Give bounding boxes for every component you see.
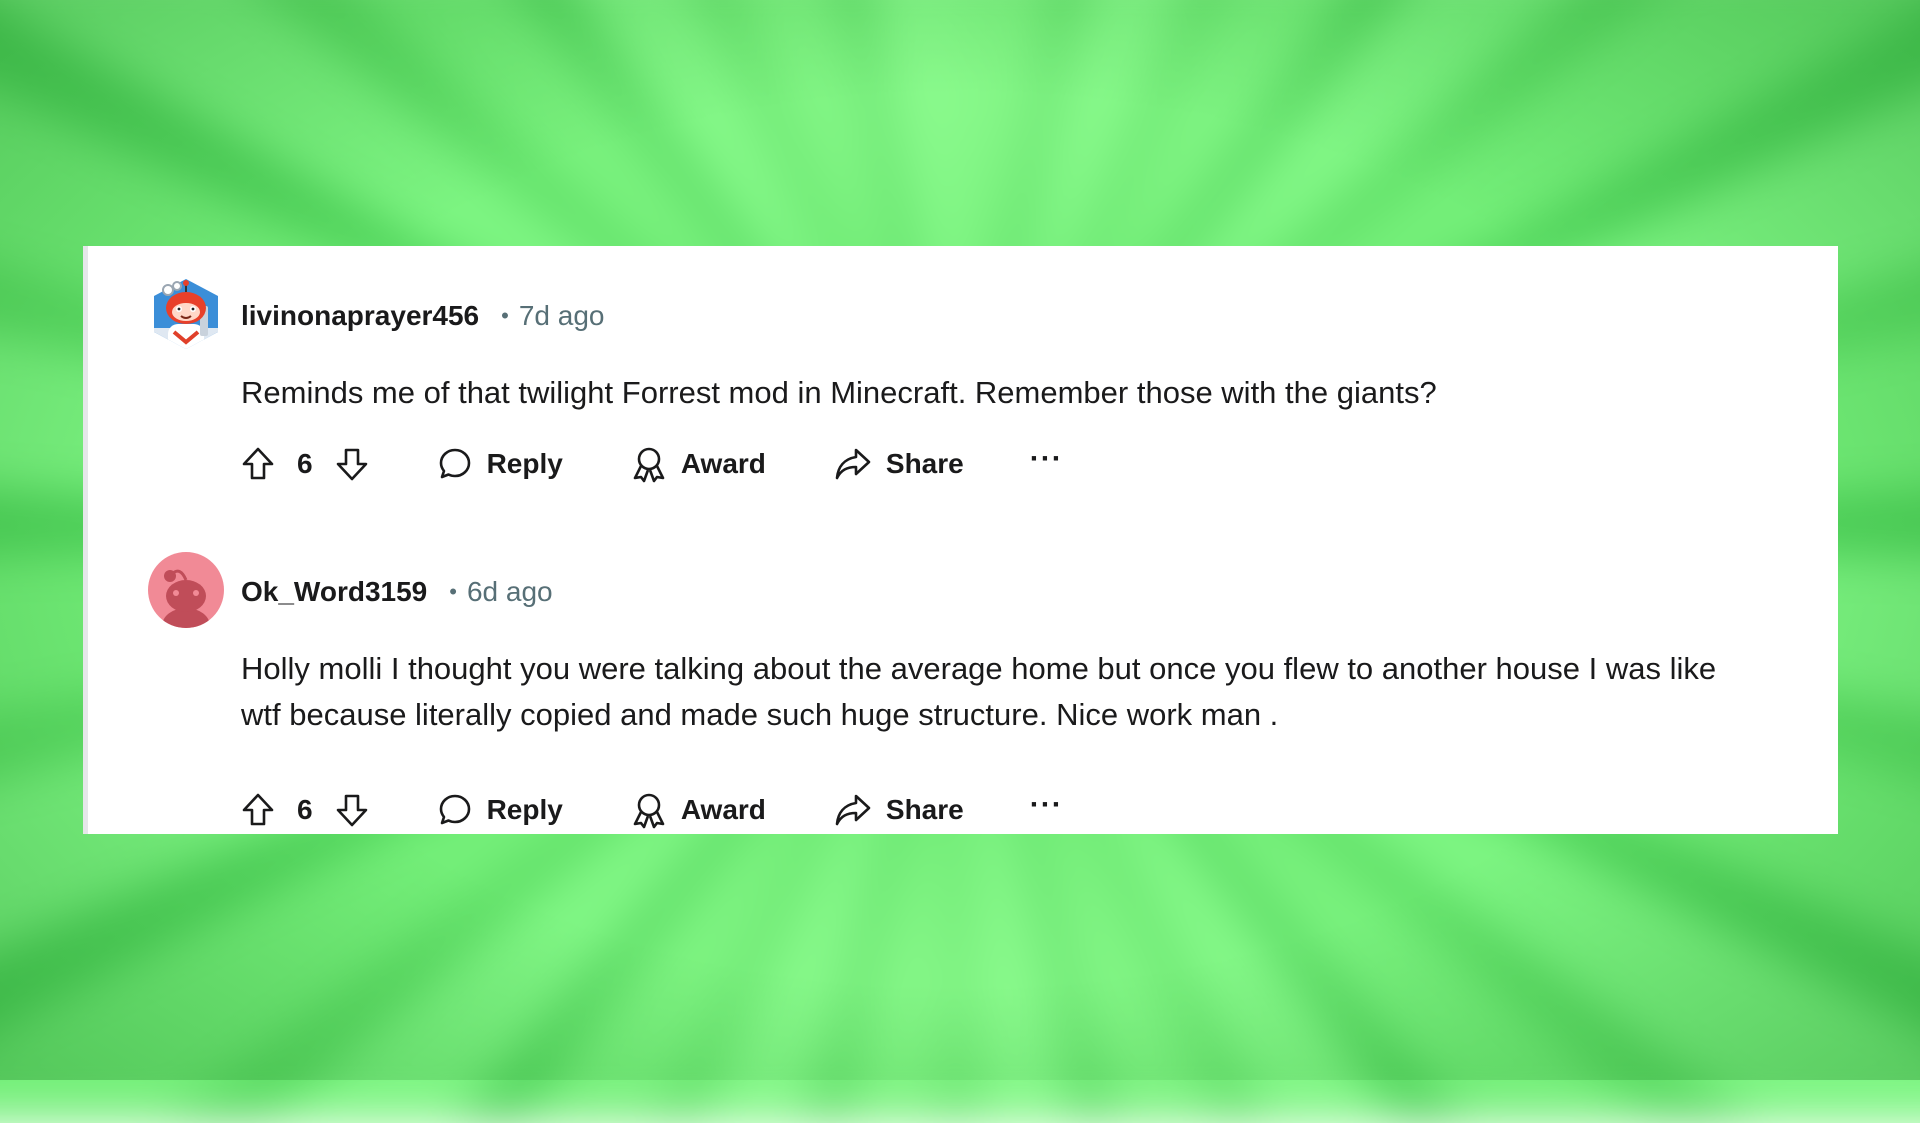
upvote-arrow-icon[interactable] — [241, 792, 275, 828]
comments-card: livinonaprayer456 • 7d ago Reminds me of… — [83, 246, 1838, 834]
award-button[interactable]: Award — [631, 445, 766, 483]
award-button[interactable]: Award — [631, 791, 766, 829]
share-label: Share — [885, 448, 964, 479]
comment-body: Reminds me of that twilight Forrest mod … — [241, 375, 1437, 410]
comment-bubble-icon — [437, 446, 473, 482]
timestamp[interactable]: 6d ago — [467, 576, 553, 608]
vote-count: 6 — [297, 448, 313, 479]
username-link[interactable]: livinonaprayer456 — [241, 300, 479, 332]
reply-label: Reply — [486, 448, 563, 479]
comment-header: livinonaprayer456 • 7d ago — [241, 296, 604, 336]
downvote-arrow-icon[interactable] — [335, 446, 369, 482]
share-arrow-icon — [834, 446, 872, 482]
user-avatar-icon[interactable] — [148, 276, 224, 352]
more-options-icon[interactable]: ··· — [1030, 444, 1063, 479]
award-label: Award — [680, 448, 766, 479]
share-button[interactable]: Share — [834, 446, 964, 482]
vote-count: 6 — [297, 794, 313, 825]
meta-separator: • — [449, 579, 457, 604]
comment-actions: 6 Reply Award Share ··· — [241, 786, 1063, 834]
timestamp[interactable]: 7d ago — [519, 300, 605, 332]
downvote-arrow-icon[interactable] — [335, 792, 369, 828]
upvote-arrow-icon[interactable] — [241, 446, 275, 482]
reply-label: Reply — [486, 794, 563, 825]
comment-bubble-icon — [437, 792, 473, 828]
username-link[interactable]: Ok_Word3159 — [241, 576, 427, 608]
award-ribbon-icon — [631, 791, 667, 829]
user-avatar-icon[interactable] — [148, 552, 224, 628]
award-label: Award — [680, 794, 766, 825]
share-arrow-icon — [834, 792, 872, 828]
share-button[interactable]: Share — [834, 792, 964, 828]
more-options-icon[interactable]: ··· — [1030, 790, 1063, 825]
reply-button[interactable]: Reply — [437, 446, 563, 482]
award-ribbon-icon — [631, 445, 667, 483]
comment-body: Holly molli I thought you were talking a… — [241, 651, 1717, 732]
share-label: Share — [885, 794, 964, 825]
reply-button[interactable]: Reply — [437, 792, 563, 828]
meta-separator: • — [501, 303, 509, 328]
comment-header: Ok_Word3159 • 6d ago — [241, 572, 553, 612]
comment-actions: 6 Reply Award Share ··· — [241, 440, 1063, 488]
